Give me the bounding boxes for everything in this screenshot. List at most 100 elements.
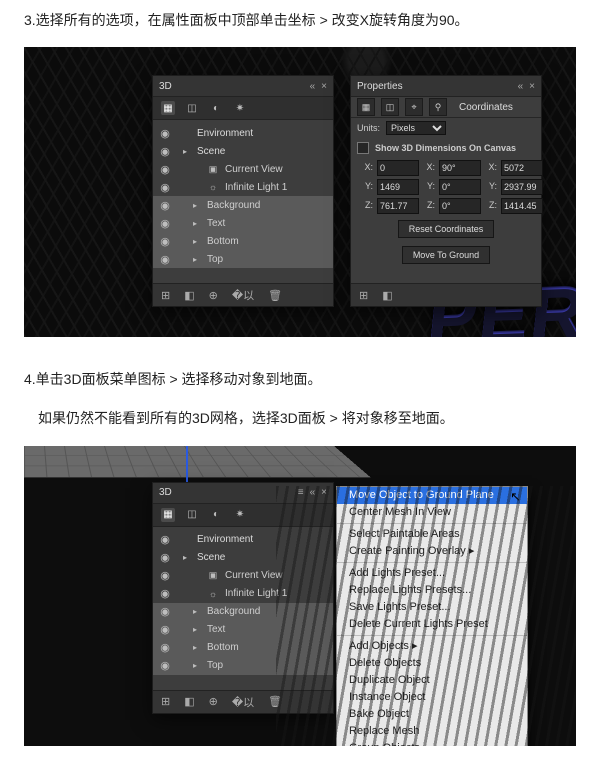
menu-item[interactable]: Move Object to Ground Plane bbox=[337, 487, 527, 504]
tree-row[interactable]: ◉▸Background bbox=[153, 603, 333, 621]
panel-3d-modebar[interactable]: ▦ ◫ ◐ ✷ bbox=[153, 504, 333, 527]
caret-icon[interactable]: ▸ bbox=[193, 237, 201, 246]
visibility-eye-icon[interactable]: ◉ bbox=[159, 127, 171, 140]
panel-3d-footer[interactable]: ⊞ ◧ ⊕ �以 🗑 bbox=[153, 283, 333, 306]
visibility-eye-icon[interactable]: ◉ bbox=[159, 587, 171, 600]
tree-row[interactable]: ◉▣Current View bbox=[153, 160, 333, 178]
caret-icon[interactable]: ▸ bbox=[193, 661, 201, 670]
menu-item[interactable]: Delete Current Lights Preset bbox=[337, 616, 527, 633]
tree-row[interactable]: ◉▸Top bbox=[153, 657, 333, 675]
caret-icon[interactable]: ▸ bbox=[193, 643, 201, 652]
menu-item[interactable]: Delete Objects bbox=[337, 655, 527, 672]
menu-item[interactable]: Replace Mesh bbox=[337, 723, 527, 740]
caret-icon[interactable]: ▸ bbox=[183, 553, 191, 562]
panel-close-icon[interactable]: × bbox=[529, 81, 535, 92]
visibility-eye-icon[interactable]: ◉ bbox=[159, 569, 171, 582]
tree-row[interactable]: ◉▸Bottom bbox=[153, 232, 333, 250]
panel-close-icon[interactable]: × bbox=[321, 487, 327, 498]
material-filter-icon[interactable]: ◐ bbox=[209, 508, 223, 522]
footer-icon[interactable]: 🗑 bbox=[268, 289, 282, 302]
tree-row[interactable]: ◉▸Text bbox=[153, 621, 333, 639]
tree-row[interactable]: ◉▸Top bbox=[153, 250, 333, 268]
coord-input[interactable] bbox=[439, 160, 481, 176]
footer-icon[interactable]: ⊞ bbox=[161, 695, 170, 708]
footer-icon[interactable]: �以 bbox=[232, 287, 254, 303]
tree-row[interactable]: ◉▸Bottom bbox=[153, 639, 333, 657]
move-to-ground-button[interactable]: Move To Ground bbox=[402, 246, 490, 264]
mesh-filter-icon[interactable]: ◫ bbox=[185, 508, 199, 522]
mode-icon[interactable]: ⌖ bbox=[405, 98, 423, 116]
footer-icon[interactable]: ◧ bbox=[382, 289, 392, 302]
mesh-filter-icon[interactable]: ◫ bbox=[185, 101, 199, 115]
scene-filter-icon[interactable]: ▦ bbox=[161, 101, 175, 115]
coord-input[interactable] bbox=[439, 179, 481, 195]
menu-item[interactable]: Duplicate Object bbox=[337, 672, 527, 689]
panel-3d[interactable]: 3D ≡ « × ▦ ◫ ◐ ✷ ◉Environment◉▸Scene◉▣Cu… bbox=[152, 482, 334, 714]
visibility-eye-icon[interactable]: ◉ bbox=[159, 605, 171, 618]
mode-icon[interactable]: ⚲ bbox=[429, 98, 447, 116]
reset-coordinates-button[interactable]: Reset Coordinates bbox=[398, 220, 495, 238]
visibility-eye-icon[interactable]: ◉ bbox=[159, 551, 171, 564]
tree-row[interactable]: ◉▸Scene bbox=[153, 549, 333, 567]
tree-row[interactable]: ◉Environment bbox=[153, 124, 333, 142]
footer-icon[interactable]: ◧ bbox=[184, 695, 194, 708]
panel-menu-icon[interactable]: ≡ bbox=[298, 487, 304, 498]
caret-icon[interactable]: ▸ bbox=[193, 201, 201, 210]
scene-tree[interactable]: ◉Environment◉▸Scene◉▣Current View◉☼Infin… bbox=[153, 120, 333, 272]
coordinates-grid[interactable]: X:X:X:Y:Y:Y:Z:Z:Z: bbox=[351, 158, 541, 216]
tree-row[interactable]: ◉▣Current View bbox=[153, 567, 333, 585]
menu-item[interactable]: Bake Object bbox=[337, 706, 527, 723]
menu-item[interactable]: Add Objects ▸ bbox=[337, 638, 527, 655]
visibility-eye-icon[interactable]: ◉ bbox=[159, 217, 171, 230]
material-filter-icon[interactable]: ◐ bbox=[209, 101, 223, 115]
caret-icon[interactable]: ▸ bbox=[193, 607, 201, 616]
menu-item[interactable]: Group Objects bbox=[337, 740, 527, 746]
footer-icon[interactable]: ⊞ bbox=[359, 289, 368, 302]
tree-row[interactable]: ◉▸Text bbox=[153, 214, 333, 232]
coord-input[interactable] bbox=[377, 198, 419, 214]
footer-icon[interactable]: ◧ bbox=[184, 289, 194, 302]
visibility-eye-icon[interactable]: ◉ bbox=[159, 641, 171, 654]
tree-row[interactable]: ◉☼Infinite Light 1 bbox=[153, 178, 333, 196]
coord-input[interactable] bbox=[501, 179, 543, 195]
show-3d-dim-checkbox[interactable] bbox=[357, 142, 369, 154]
footer-icon[interactable]: �以 bbox=[232, 694, 254, 710]
light-filter-icon[interactable]: ✷ bbox=[233, 101, 247, 115]
coord-input[interactable] bbox=[377, 179, 419, 195]
visibility-eye-icon[interactable]: ◉ bbox=[159, 181, 171, 194]
panel-properties-footer[interactable]: ⊞◧ bbox=[351, 283, 541, 306]
coord-input[interactable] bbox=[377, 160, 419, 176]
visibility-eye-icon[interactable]: ◉ bbox=[159, 163, 171, 176]
tree-row[interactable]: ◉Environment bbox=[153, 531, 333, 549]
panel-3d-footer[interactable]: ⊞ ◧ ⊕ �以 🗑 bbox=[153, 690, 333, 713]
coord-input[interactable] bbox=[501, 198, 543, 214]
visibility-eye-icon[interactable]: ◉ bbox=[159, 623, 171, 636]
footer-icon[interactable]: ⊕ bbox=[209, 695, 218, 708]
panel-3d[interactable]: 3D « × ▦ ◫ ◐ ✷ ◉Environment◉▸Scene◉▣Curr… bbox=[152, 75, 334, 307]
scene-tree[interactable]: ◉Environment◉▸Scene◉▣Current View◉☼Infin… bbox=[153, 527, 333, 679]
panel-properties[interactable]: Properties « × ▦◫⌖⚲Coordinates Units: Pi… bbox=[350, 75, 542, 307]
mode-icon[interactable]: ▦ bbox=[357, 98, 375, 116]
menu-item[interactable]: Create Painting Overlay ▸ bbox=[337, 543, 527, 560]
footer-icon[interactable]: ⊞ bbox=[161, 289, 170, 302]
panel-3d-modebar[interactable]: ▦ ◫ ◐ ✷ bbox=[153, 97, 333, 120]
menu-item[interactable]: Add Lights Preset... bbox=[337, 565, 527, 582]
panel-collapse-icon[interactable]: « bbox=[518, 81, 524, 92]
caret-icon[interactable]: ▸ bbox=[183, 147, 191, 156]
context-menu[interactable]: ↖ Move Object to Ground PlaneCenter Mesh… bbox=[336, 486, 528, 746]
caret-icon[interactable]: ▸ bbox=[193, 255, 201, 264]
visibility-eye-icon[interactable]: ◉ bbox=[159, 533, 171, 546]
caret-icon[interactable]: ▸ bbox=[193, 625, 201, 634]
footer-icon[interactable]: 🗑 bbox=[268, 695, 282, 708]
visibility-eye-icon[interactable]: ◉ bbox=[159, 145, 171, 158]
footer-icon[interactable]: ⊕ bbox=[209, 289, 218, 302]
panel-close-icon[interactable]: × bbox=[321, 81, 327, 92]
menu-item[interactable]: Center Mesh In View bbox=[337, 504, 527, 521]
tree-row[interactable]: ◉☼Infinite Light 1 bbox=[153, 585, 333, 603]
menu-item[interactable]: Select Paintable Areas bbox=[337, 526, 527, 543]
visibility-eye-icon[interactable]: ◉ bbox=[159, 199, 171, 212]
menu-item[interactable]: Save Lights Preset... bbox=[337, 599, 527, 616]
coord-input[interactable] bbox=[439, 198, 481, 214]
light-filter-icon[interactable]: ✷ bbox=[233, 508, 247, 522]
units-select[interactable]: Pixels bbox=[386, 121, 446, 135]
